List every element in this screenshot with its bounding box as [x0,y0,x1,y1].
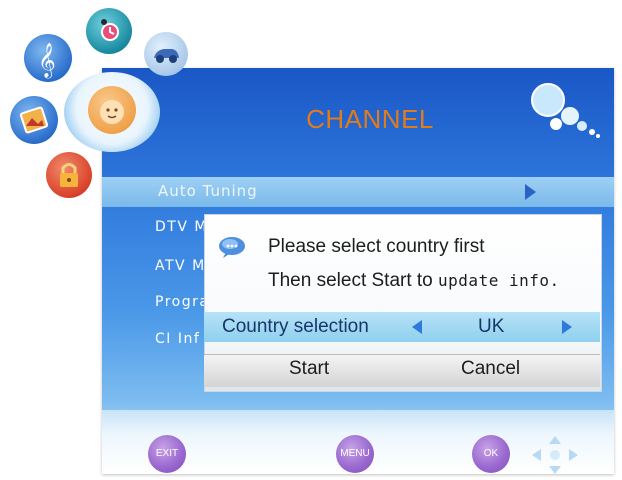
menu-item-auto-tuning-label: Auto Tuning [158,182,258,200]
picture-icon[interactable] [10,96,58,144]
svg-text:𝄞: 𝄞 [38,43,56,79]
exit-key-button[interactable]: EXIT [148,435,186,473]
treble-clef-icon: 𝄞 [38,43,56,79]
country-value: UK [478,316,505,337]
clock-icon-glyph [101,19,119,41]
face-icon[interactable] [88,86,136,134]
menu-item-ci-info[interactable]: CI Inf [155,331,200,347]
arrow-left-icon[interactable] [412,320,422,334]
dialog-message-line2-prefix: Then select Start to [268,270,439,291]
direction-arrows-icon [532,436,578,474]
clock-icon[interactable] [86,8,132,54]
picture-icon-glyph [19,106,49,134]
arrow-right-icon[interactable] [562,320,572,334]
dialog-message-line2-suffix: update info. [438,271,560,290]
dialog-message-line2: Then select Start to update info. [268,270,560,292]
bubbles-decoration-icon [531,83,600,138]
dialog-message-line1: Please select country first [268,236,485,257]
lock-icon[interactable] [46,152,92,198]
menu-item-dtv[interactable]: DTV M [155,219,208,235]
car-icon-glyph [154,49,179,63]
cancel-button[interactable]: Cancel [461,358,520,380]
ok-key-button[interactable]: OK [472,435,510,473]
menu-title: CHANNEL [306,104,434,134]
submenu-arrow-icon [525,184,536,200]
dialog-button-bar [204,354,600,387]
lock-icon-glyph [60,163,78,187]
country-selection-label: Country selection [222,316,369,337]
face-icon-glyph [100,100,124,124]
music-note-icon[interactable]: 𝄞 [24,34,72,82]
start-button[interactable]: Start [289,358,329,380]
menu-item-atv[interactable]: ATV M [155,258,206,274]
menu-key-button[interactable]: MENU [336,435,374,473]
speech-bubble-icon [219,237,245,258]
car-icon[interactable] [144,32,188,76]
menu-item-programme[interactable]: Progra [155,294,209,310]
